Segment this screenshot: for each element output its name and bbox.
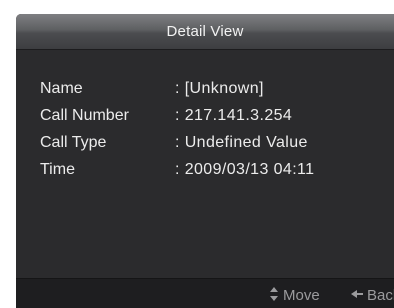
detail-content: Name : [Unknown] Call Number : 217.141.3… [16, 50, 394, 278]
move-hint-label: Move [283, 287, 320, 304]
detail-label-call-number: Call Number [40, 107, 129, 124]
back-hint[interactable]: Back [351, 287, 394, 304]
detail-value-call-number: : 217.141.3.254 [175, 107, 293, 124]
up-down-arrows-icon [270, 287, 278, 301]
detail-label-time: Time [40, 161, 75, 178]
page-title: Detail View [166, 23, 244, 40]
detail-label-name: Name [40, 80, 83, 97]
detail-label-call-type: Call Type [40, 134, 107, 151]
detail-value-call-type: : Undefined Value [175, 134, 308, 151]
title-bar: Detail View [16, 14, 394, 50]
detail-view-panel: Detail View Name : [Unknown] Call Number… [16, 14, 394, 308]
footer-hint-bar: Move Back [16, 278, 394, 308]
left-arrow-icon [351, 287, 363, 301]
back-hint-label: Back [367, 287, 394, 304]
detail-value-time: : 2009/03/13 04:11 [175, 161, 315, 178]
move-hint[interactable]: Move [270, 287, 320, 304]
detail-value-name: : [Unknown] [175, 80, 264, 97]
